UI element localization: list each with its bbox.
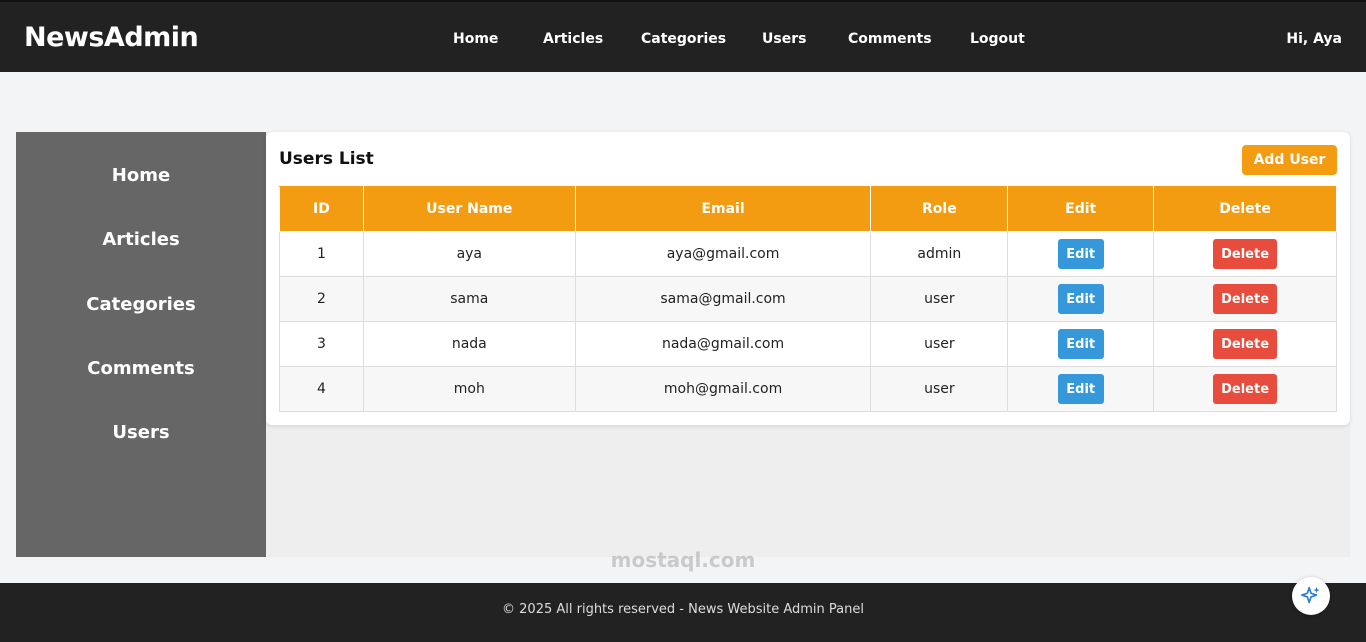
top-navbar: NewsAdmin Home Articles Categories Users… [0,0,1366,72]
sidebar-item-categories[interactable]: Categories [16,294,266,315]
table-row: 3 nada nada@gmail.com user Edit Delete [279,321,1337,367]
cell-id: 3 [279,321,364,367]
cell-delete: Delete [1153,366,1337,412]
topnav-logout[interactable]: Logout [970,31,1025,47]
cell-username: nada [362,321,576,367]
table-row: 1 aya aya@gmail.com admin Edit Delete [279,231,1337,277]
cell-username: sama [362,276,576,322]
cell-role: user [870,321,1009,367]
cell-email: nada@gmail.com [574,321,872,367]
cell-edit: Edit [1007,321,1155,367]
column-header-id: ID [279,186,364,232]
cell-role: admin [870,231,1009,277]
cell-delete: Delete [1153,276,1337,322]
cell-role: user [870,276,1009,322]
assistant-fab-button[interactable] [1292,577,1330,615]
delete-button[interactable]: Delete [1213,239,1278,269]
table-row: 4 moh moh@gmail.com user Edit Delete [279,366,1337,412]
edit-button[interactable]: Edit [1057,329,1104,359]
user-greeting: Hi, Aya [1286,31,1342,47]
cell-edit: Edit [1007,276,1155,322]
brand-logo[interactable]: NewsAdmin [24,22,199,53]
add-user-button[interactable]: Add User [1242,145,1337,175]
column-header-delete: Delete [1153,186,1337,232]
topnav-home[interactable]: Home [453,31,498,47]
cell-email: moh@gmail.com [574,366,872,412]
edit-button[interactable]: Edit [1057,239,1104,269]
column-header-username: User Name [362,186,576,232]
cell-username: aya [362,231,576,277]
topnav-articles[interactable]: Articles [543,31,603,47]
sidebar-item-articles[interactable]: Articles [16,229,266,250]
topnav-comments[interactable]: Comments [848,31,932,47]
cell-id: 4 [279,366,364,412]
page-title: Users List [279,149,374,169]
sidebar: Home Articles Categories Comments Users [16,132,266,557]
topnav-users[interactable]: Users [762,31,806,47]
cell-role: user [870,366,1009,412]
sidebar-item-home[interactable]: Home [16,165,266,186]
copyright-text: © 2025 All rights reserved - News Websit… [502,602,864,617]
cell-email: sama@gmail.com [574,276,872,322]
cell-delete: Delete [1153,321,1337,367]
sidebar-item-users[interactable]: Users [16,422,266,443]
sidebar-item-comments[interactable]: Comments [16,358,266,379]
table-row: 2 sama sama@gmail.com user Edit Delete [279,276,1337,322]
delete-button[interactable]: Delete [1213,374,1278,404]
cell-id: 2 [279,276,364,322]
users-card: Users List Add User ID User Name Email R… [266,132,1350,425]
sparkle-icon [1301,586,1320,604]
column-header-edit: Edit [1007,186,1155,232]
topnav-categories[interactable]: Categories [641,31,726,47]
table-header-row: ID User Name Email Role Edit Delete [279,186,1337,232]
main-layout: Home Articles Categories Comments Users … [16,132,1350,557]
users-table: ID User Name Email Role Edit Delete 1 ay… [279,186,1337,412]
edit-button[interactable]: Edit [1057,284,1104,314]
watermark: mostaql.com [610,548,756,572]
delete-button[interactable]: Delete [1213,284,1278,314]
cell-edit: Edit [1007,366,1155,412]
cell-edit: Edit [1007,231,1155,277]
footer: © 2025 All rights reserved - News Websit… [0,583,1366,642]
cell-delete: Delete [1153,231,1337,277]
cell-email: aya@gmail.com [574,231,872,277]
delete-button[interactable]: Delete [1213,329,1278,359]
column-header-role: Role [870,186,1009,232]
edit-button[interactable]: Edit [1057,374,1104,404]
cell-id: 1 [279,231,364,277]
cell-username: moh [362,366,576,412]
column-header-email: Email [574,186,872,232]
